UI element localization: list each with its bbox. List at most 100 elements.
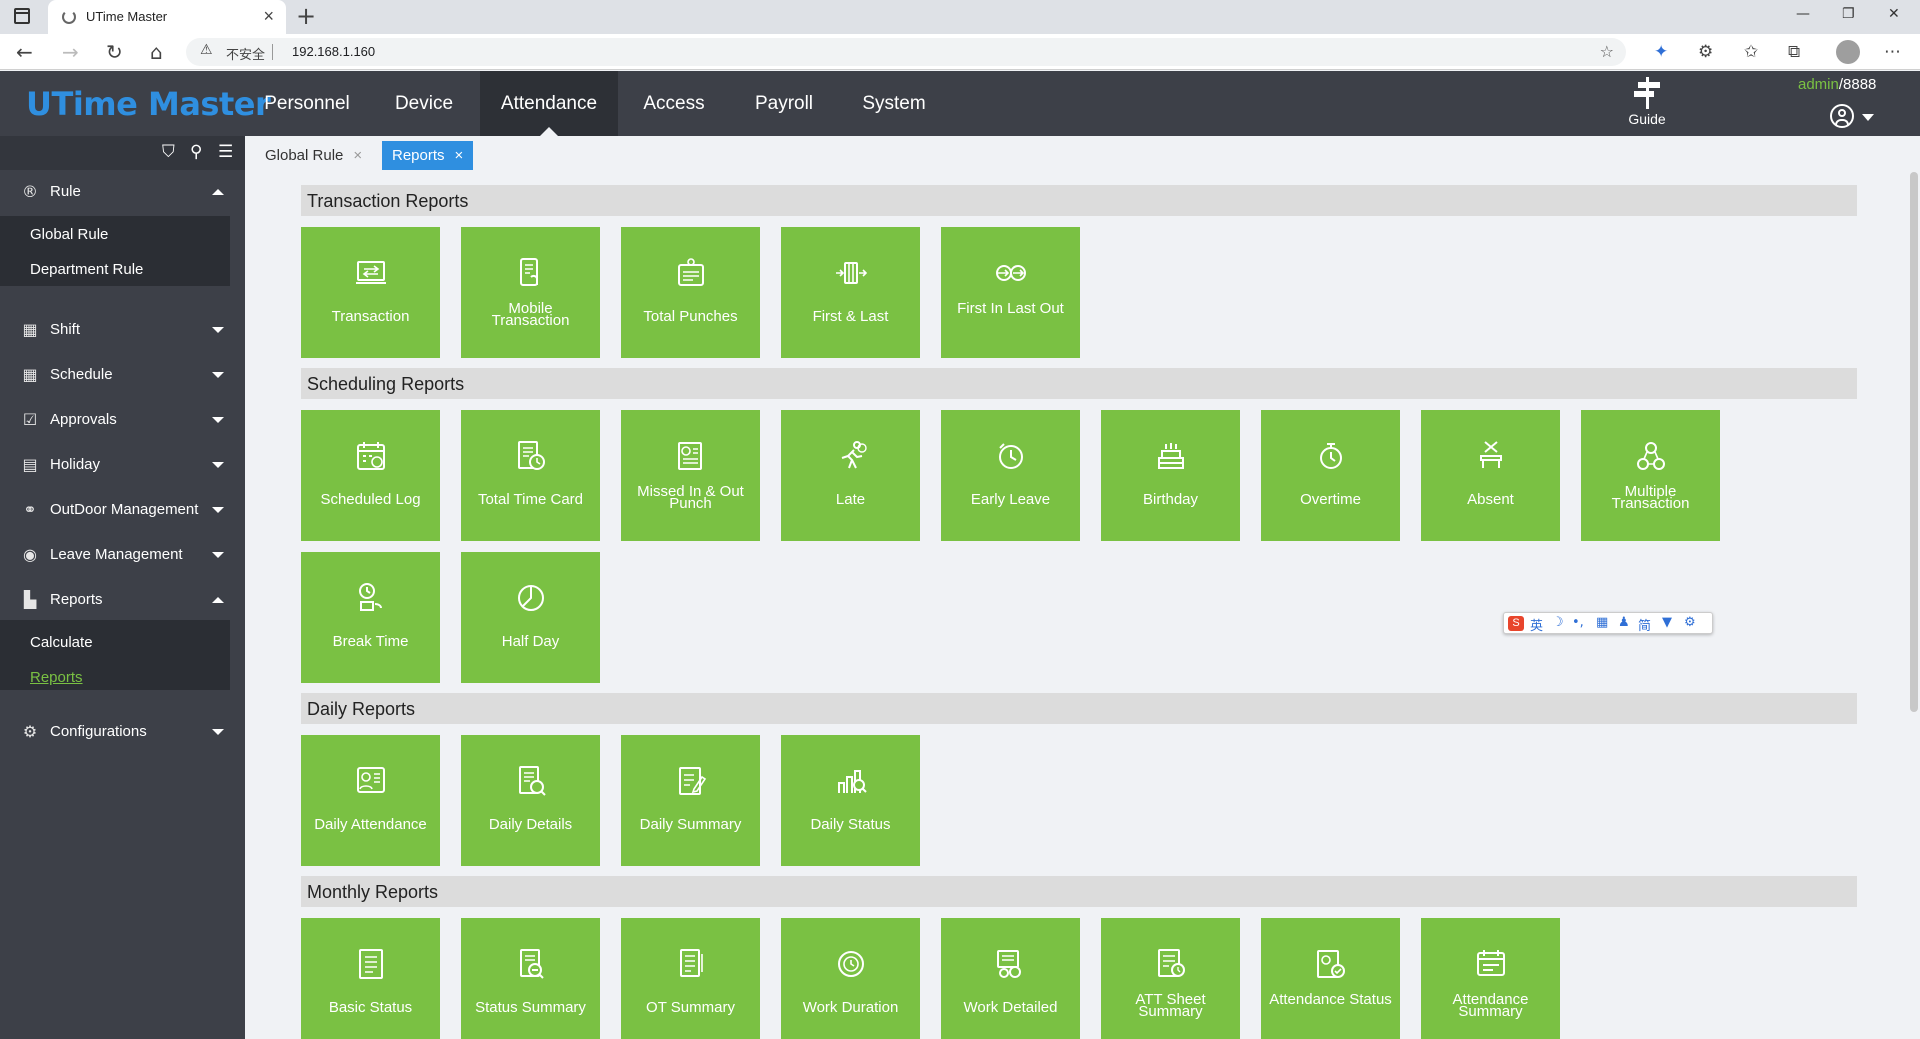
report-tile-total-time-card[interactable]: Total Time Card (461, 410, 600, 541)
reload-icon[interactable]: ↻ (106, 40, 123, 64)
forward-icon[interactable]: → (62, 40, 79, 64)
report-tile-absent[interactable]: Absent (1421, 410, 1560, 541)
ime-settings-icon[interactable]: ⚙ (1684, 615, 1696, 630)
search-icon[interactable]: ⚲ (190, 142, 202, 162)
report-tile-half-day[interactable]: Half Day (461, 552, 600, 683)
ime-moon-icon[interactable]: ☽ (1552, 615, 1564, 630)
favorite-star-icon[interactable]: ☆ (1600, 42, 1614, 61)
ime-user-icon[interactable]: ♟ (1618, 615, 1630, 630)
back-icon[interactable]: ← (16, 40, 33, 64)
scheduled-log-icon (353, 438, 389, 474)
ime-toolbar[interactable]: S 英 ☽ •, ▦ ♟ 简 ▼ ⚙ (1503, 612, 1713, 634)
user-circle-icon: ◉ (23, 545, 37, 564)
report-tile-att-sheet-summary[interactable]: ATT Sheet Summary (1101, 918, 1240, 1039)
sidebar-item-reports[interactable]: Reports (30, 669, 83, 686)
tab-close-icon[interactable]: × (353, 147, 362, 164)
sidebar-group-outdoor-management[interactable]: ⚭ OutDoor Management (0, 488, 245, 532)
scrollbar[interactable] (1910, 172, 1918, 712)
report-tile-work-detailed[interactable]: Work Detailed (941, 918, 1080, 1039)
browser-tab-title: UTime Master (86, 9, 168, 24)
address-url[interactable]: 192.168.1.160 (292, 44, 375, 59)
report-tile-daily-summary[interactable]: Daily Summary (621, 735, 760, 866)
report-tile-label: Total Time Card (477, 491, 584, 508)
sidebar-group-holiday[interactable]: ▤ Holiday (0, 443, 245, 487)
report-tile-birthday[interactable]: Birthday (1101, 410, 1240, 541)
report-tile-daily-details[interactable]: Daily Details (461, 735, 600, 866)
home-icon[interactable]: ⌂ (150, 40, 163, 64)
ime-punctuation-icon[interactable]: •, (1572, 615, 1584, 630)
report-tile-attendance-status[interactable]: Attendance Status (1261, 918, 1400, 1039)
report-tile-first-in-last-out[interactable]: First In Last Out (941, 227, 1080, 358)
window-menu-icon[interactable] (14, 8, 30, 24)
app-logo[interactable]: UTime Master (26, 85, 271, 123)
restore-button[interactable]: ❐ (1842, 6, 1855, 22)
report-tile-label: Daily Status (810, 816, 891, 833)
nav-access[interactable]: Access (630, 71, 718, 136)
report-tile-status-summary[interactable]: Status Summary (461, 918, 600, 1039)
report-tile-first-and-last[interactable]: First & Last (781, 227, 920, 358)
report-tile-basic-status[interactable]: Basic Status (301, 918, 440, 1039)
sidebar-group-rule[interactable]: ® Rule (0, 170, 245, 214)
tab-reports[interactable]: Reports × (382, 141, 474, 170)
ime-skin-icon[interactable]: ▼ (1662, 615, 1672, 630)
report-tile-label: Overtime (1300, 491, 1361, 508)
sidebar-group-configurations[interactable]: ⚙ Configurations (0, 710, 245, 754)
multiple-transaction-icon (1633, 438, 1669, 474)
sidebar-group-shift[interactable]: ▦ Shift (0, 308, 245, 352)
sidebar-item-calculate[interactable]: Calculate (30, 634, 93, 651)
close-window-button[interactable]: ✕ (1888, 6, 1900, 22)
minimize-button[interactable]: — (1796, 6, 1810, 22)
report-tile-label: Daily Attendance (314, 816, 427, 833)
user-icon[interactable] (1830, 104, 1854, 128)
list-icon[interactable]: ☰ (218, 142, 233, 162)
report-tile-attendance-summary[interactable]: Attendance Summary (1421, 918, 1560, 1039)
sidebar-item-global-rule[interactable]: Global Rule (30, 226, 108, 243)
report-tile-break-time[interactable]: Break Time (301, 552, 440, 683)
document-icon: ▙ (23, 590, 37, 609)
sidebar-group-label: Schedule (50, 366, 113, 383)
report-tile-mobile-transaction[interactable]: Mobile Transaction (461, 227, 600, 358)
report-tile-daily-attendance[interactable]: Daily Attendance (301, 735, 440, 866)
tab-close-icon[interactable]: × (455, 147, 464, 164)
favorites-icon[interactable]: ✩ (1744, 42, 1758, 62)
collections-icon[interactable]: ⧉ (1788, 42, 1800, 62)
tab-global-rule[interactable]: Global Rule × (255, 141, 372, 170)
report-tile-missed-in-and-out-punch[interactable]: Missed In & Out Punch (621, 410, 760, 541)
ime-keyboard-icon[interactable]: ▦ (1596, 615, 1608, 630)
report-tile-work-duration[interactable]: Work Duration (781, 918, 920, 1039)
nav-system[interactable]: System (850, 71, 938, 136)
ime-simplified-toggle[interactable]: 简 (1638, 615, 1651, 634)
report-tile-late[interactable]: Late (781, 410, 920, 541)
user-caret-icon[interactable] (1862, 114, 1874, 121)
report-tile-early-leave[interactable]: Early Leave (941, 410, 1080, 541)
browser-tab-close-icon[interactable]: × (263, 6, 274, 27)
sidebar-group-reports[interactable]: ▙ Reports (0, 578, 245, 622)
guide-button[interactable]: Guide (1612, 77, 1682, 127)
sidebar-group-approvals[interactable]: ☑ Approvals (0, 398, 245, 442)
report-tile-multiple-transaction[interactable]: Multiple Transaction (1581, 410, 1720, 541)
more-menu-icon[interactable]: ⋯ (1884, 42, 1901, 62)
nav-personnel[interactable]: Personnel (252, 71, 362, 136)
report-tile-ot-summary[interactable]: OT Summary (621, 918, 760, 1039)
report-tile-daily-status[interactable]: Daily Status (781, 735, 920, 866)
ime-english-toggle[interactable]: 英 (1530, 615, 1543, 634)
address-bar[interactable]: ⚠ 不安全 192.168.1.160 ☆ (186, 38, 1626, 66)
report-tile-transaction[interactable]: Transaction (301, 227, 440, 358)
report-tile-scheduled-log[interactable]: Scheduled Log (301, 410, 440, 541)
nav-attendance[interactable]: Attendance (480, 71, 618, 136)
report-tile-overtime[interactable]: Overtime (1261, 410, 1400, 541)
extensions-puzzle-icon[interactable]: ⚙ (1698, 42, 1713, 62)
caret-down-icon (212, 552, 224, 558)
browser-tab[interactable]: UTime Master × (48, 0, 286, 34)
sidebar-item-department-rule[interactable]: Department Rule (30, 261, 143, 278)
profile-avatar[interactable] (1836, 40, 1860, 64)
extension-icon[interactable]: ✦ (1654, 42, 1668, 62)
nav-payroll[interactable]: Payroll (740, 71, 828, 136)
report-tile-total-punches[interactable]: Total Punches (621, 227, 760, 358)
report-tile-label: Attendance Status (1269, 991, 1392, 1008)
nav-device[interactable]: Device (380, 71, 468, 136)
sidebar-group-leave-management[interactable]: ◉ Leave Management (0, 533, 245, 577)
tags-icon[interactable]: ⛉ (162, 142, 175, 162)
sidebar-group-schedule[interactable]: ▦ Schedule (0, 353, 245, 397)
new-tab-button[interactable]: + (296, 2, 316, 30)
